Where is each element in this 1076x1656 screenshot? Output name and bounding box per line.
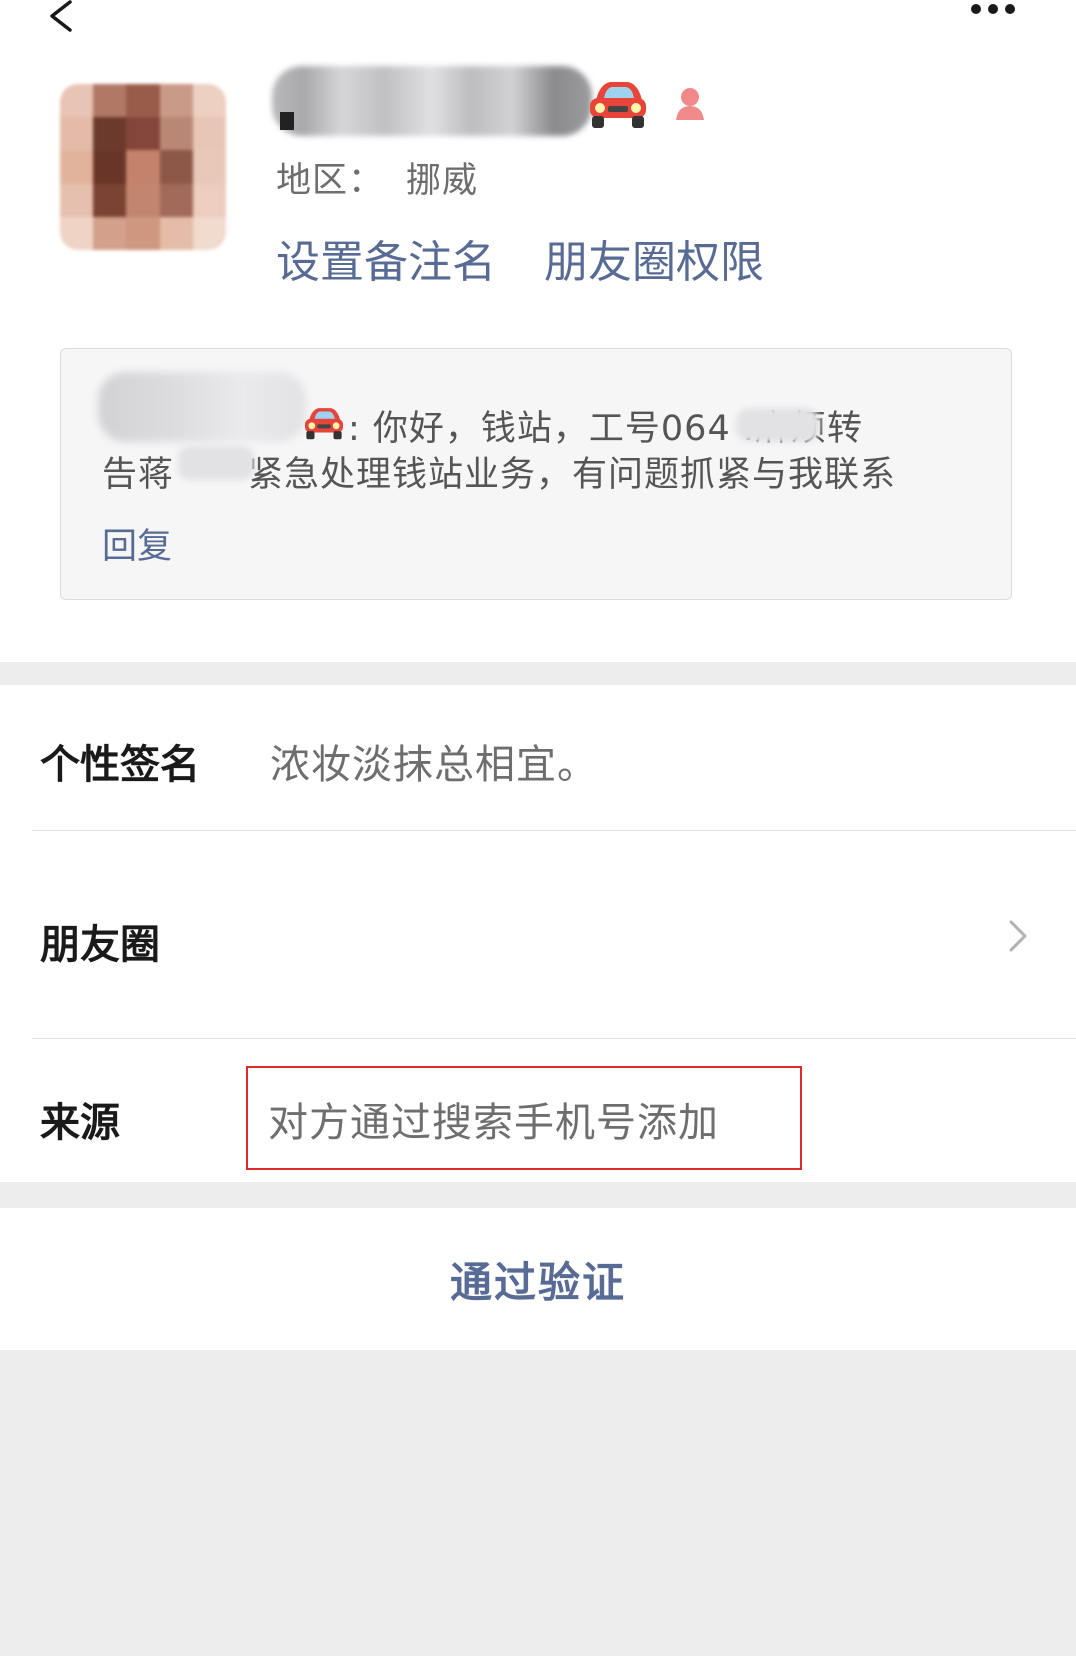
avatar[interactable]: [60, 84, 226, 250]
female-icon: [676, 88, 704, 120]
region-value: 挪威: [406, 161, 479, 201]
car-emoji-icon: [590, 82, 646, 128]
divider: [32, 1038, 1076, 1039]
moments-permission-link[interactable]: 朋友圈权限: [544, 226, 764, 290]
id-number-redacted: [736, 408, 820, 442]
chevron-left-icon[interactable]: [40, 0, 80, 40]
more-dots-icon[interactable]: [968, 0, 1018, 22]
name-redacted: [272, 66, 592, 136]
chevron-right-icon[interactable]: [1006, 916, 1030, 956]
signature-value: 浓妆淡抹总相宜。: [270, 742, 598, 788]
source-label: 来源: [40, 1100, 120, 1146]
message-line2-prefix: 告蒋: [102, 455, 175, 495]
message-line2-suffix: 紧急处理钱站业务，有问题抓紧与我联系: [248, 455, 897, 495]
sender-name-redacted: [98, 372, 306, 442]
moments-row[interactable]: 朋友圈: [40, 912, 160, 970]
divider: [32, 830, 1076, 831]
set-remark-link[interactable]: 设置备注名: [276, 226, 496, 290]
name-fragment: [280, 112, 294, 130]
verify-button[interactable]: 通过验证: [0, 1208, 1076, 1350]
region-info: 地区： 挪威: [276, 152, 478, 203]
signature-label: 个性签名: [40, 742, 200, 788]
region-label: 地区：: [276, 161, 385, 201]
source-value: 对方通过搜索手机号添加: [268, 1100, 719, 1146]
reply-link[interactable]: 回复: [102, 518, 172, 569]
car-emoji-icon: [305, 408, 343, 440]
name-redacted-inline: [178, 446, 254, 480]
